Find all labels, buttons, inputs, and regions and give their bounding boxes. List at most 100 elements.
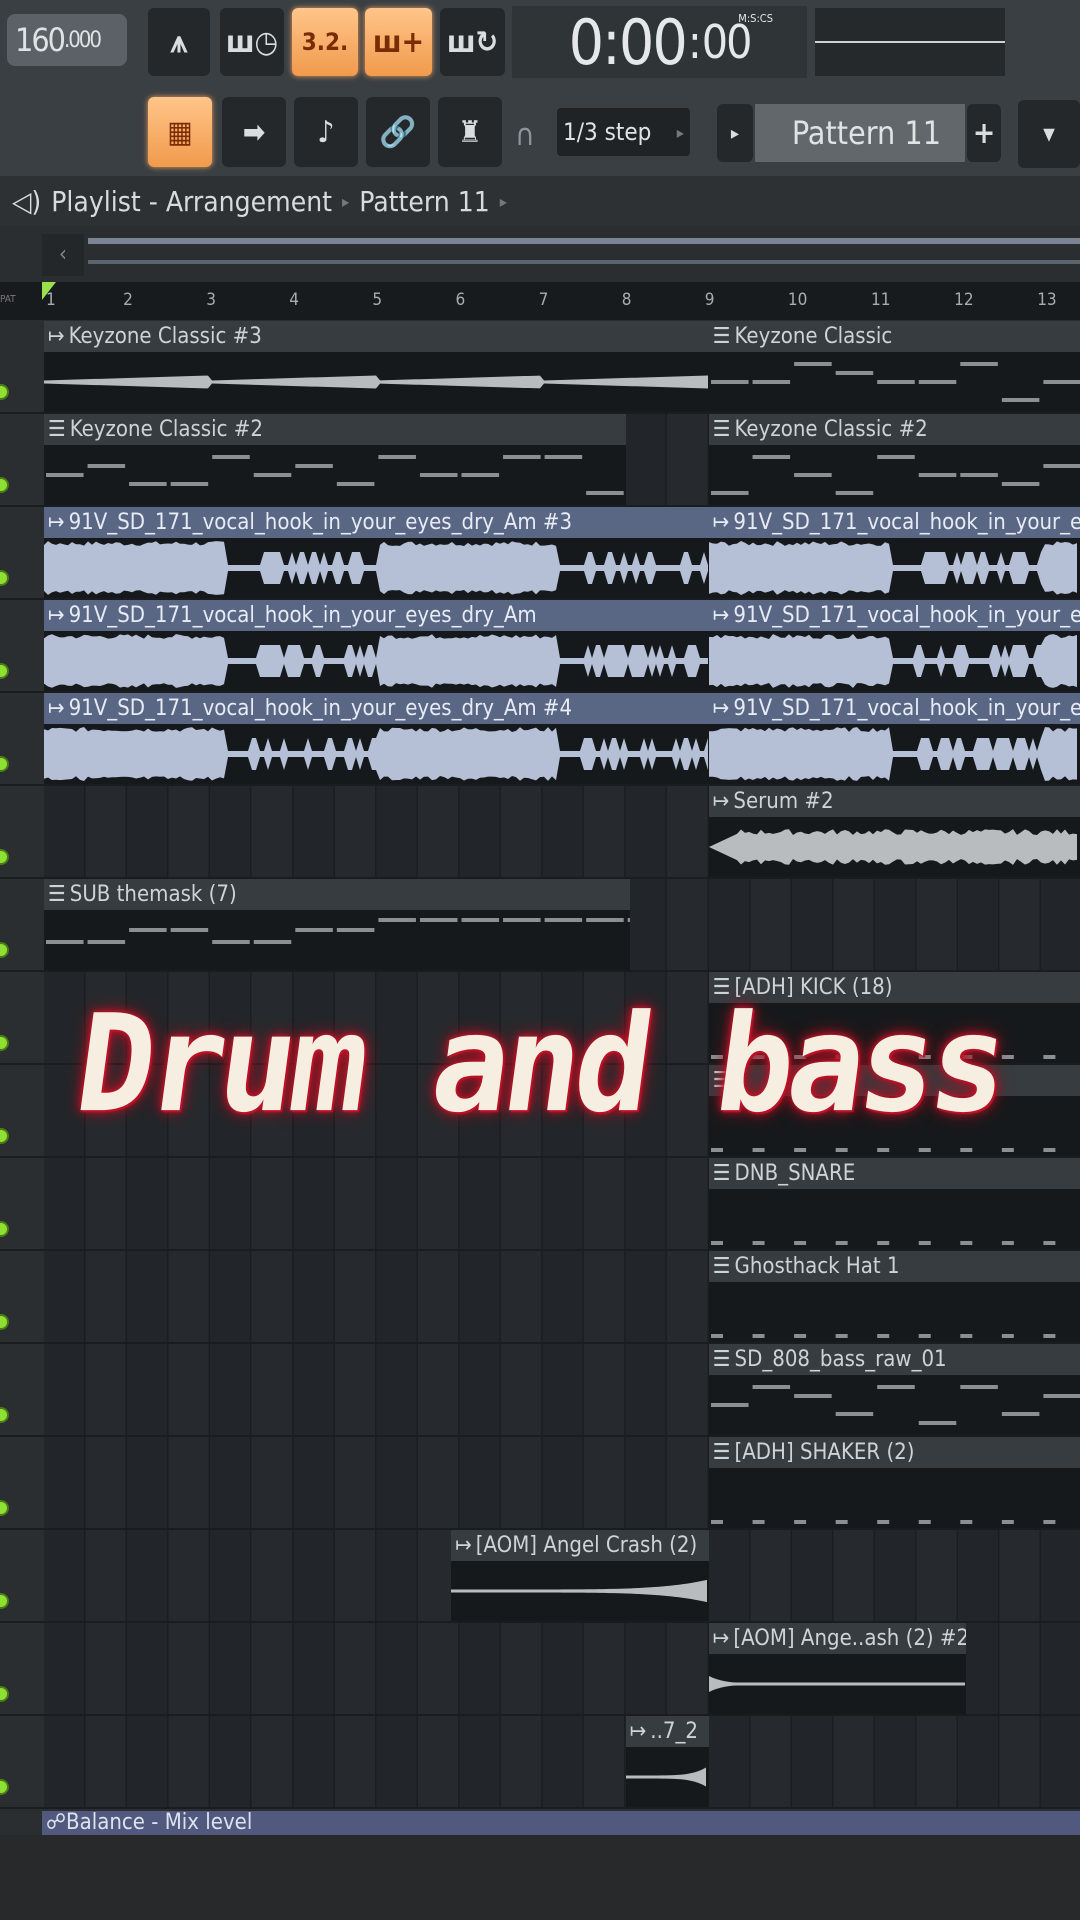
audio-clip[interactable]: ↦91V_SD_171_vocal_hook_in_your_eyes_dry_… bbox=[44, 600, 709, 691]
playlist-track[interactable]: ↦ [AOM] Ange..ash (2) #2 bbox=[0, 1623, 1080, 1716]
playlist-track[interactable]: ☰ Ghosthack Hat 1 bbox=[0, 1251, 1080, 1344]
breadcrumb: ◁) Playlist - Arrangement ▸ Pattern 11 ▸ bbox=[0, 176, 1080, 226]
audio-clip[interactable]: ↦91V_SD_171_vocal_hook_in_your_eyes_dry_… bbox=[44, 693, 709, 784]
pattern-clip[interactable]: ☰ Ghosthack Hat 1 bbox=[708, 1251, 1080, 1342]
countdown-button[interactable]: 3.2. bbox=[292, 8, 358, 76]
clip-label: SUB themask (7) bbox=[69, 882, 237, 907]
audio-clip-icon: ↦ bbox=[712, 603, 730, 628]
wait-record-button[interactable]: ш◷ bbox=[220, 8, 284, 76]
note bbox=[1001, 1520, 1014, 1524]
pattern-prev-button[interactable]: ▸ bbox=[717, 104, 753, 162]
playlist-track[interactable]: ↦ 91V_SD_171_vocal_hook_in_your_eyes_dry_… bbox=[0, 693, 1080, 786]
clip-label: Serum #2 bbox=[733, 789, 834, 814]
note bbox=[793, 473, 832, 477]
tool-button-3[interactable]: ♪ bbox=[294, 97, 358, 167]
breadcrumb-pattern[interactable]: Pattern 11 bbox=[359, 185, 489, 218]
clip-label: [AOM] Angel Crash (2) bbox=[475, 1533, 698, 1558]
playlist-track[interactable]: ☰ [ADH] SHAKER (2) bbox=[0, 1437, 1080, 1530]
track-led[interactable] bbox=[0, 1779, 9, 1795]
pattern-clip-icon: ☰ bbox=[48, 417, 66, 442]
pattern-clip[interactable]: ☰ Keyzone Classic #2 bbox=[708, 414, 1080, 505]
note bbox=[752, 380, 790, 384]
overview-scrollbar[interactable]: ‹ bbox=[0, 230, 1080, 280]
track-led[interactable] bbox=[0, 1500, 9, 1516]
clip-label: SD_808_bass_raw_01 bbox=[734, 1347, 947, 1372]
metronome-button[interactable]: ⩚ bbox=[148, 8, 210, 76]
bottom-area bbox=[0, 1835, 1080, 1920]
note bbox=[1001, 1412, 1040, 1416]
playlist-track[interactable]: ↦ Serum #2 bbox=[0, 786, 1080, 879]
chevron-right-icon: ▸ bbox=[676, 122, 684, 142]
pattern-clip[interactable]: ☰ [ADH] SHAKER (2) bbox=[708, 1437, 1080, 1528]
snap-selector[interactable]: 1/3 step ▸ bbox=[557, 108, 690, 156]
pattern-clip[interactable]: ☰ Keyzone Classic #2 bbox=[44, 414, 626, 505]
time-display[interactable]: 0:00:00 M:S:CS bbox=[512, 6, 807, 79]
playlist-track[interactable]: ↦ 91V_SD_171_vocal_hook_in_your_eyes_dry_… bbox=[0, 507, 1080, 600]
arrow-tool-button[interactable]: ➡ bbox=[222, 97, 286, 167]
playlist-track[interactable]: ↦ 91V_SD_171_vocal_hook_in_your_eyes_dry_… bbox=[0, 600, 1080, 693]
clip-label: 91V_SD_171_vocal_hook_in_your_eyes_dry_A… bbox=[733, 510, 1080, 535]
track-led[interactable] bbox=[0, 1686, 9, 1702]
note bbox=[170, 482, 209, 486]
pattern-clip[interactable]: ☰ DNB_SNARE bbox=[708, 1158, 1080, 1249]
audio-clip[interactable]: ↦ [AOM] Angel Crash (2) bbox=[451, 1530, 709, 1621]
waveform bbox=[708, 541, 1077, 595]
bar-number: 4 bbox=[289, 290, 300, 310]
audio-clip[interactable]: ↦91V_SD_171_vocal_hook_in_your_eyes_dry_… bbox=[44, 507, 709, 598]
audio-clip-icon: ↦ bbox=[48, 510, 65, 535]
audio-clip[interactable]: ↦91V_SD_171_vocal_hook_in_your_eyes_dry_… bbox=[708, 507, 1080, 598]
playlist-track[interactable]: ☰ SUB themask (7) bbox=[0, 879, 1080, 972]
playlist-track[interactable]: ↦ Keyzone Classic #3 ☰ Keyzone Classic bbox=[0, 321, 1080, 414]
playlist-track[interactable]: ☰ DNB_SNARE bbox=[0, 1158, 1080, 1251]
playlist-track[interactable]: ↦ ..7_2 bbox=[0, 1716, 1080, 1809]
step-edit-button[interactable]: ш+ bbox=[365, 8, 432, 76]
loop-record-button[interactable]: ш↻ bbox=[440, 8, 505, 76]
playlist-track[interactable]: ↦ [AOM] Angel Crash (2) bbox=[0, 1530, 1080, 1623]
tempo-field[interactable]: 160.000 bbox=[7, 14, 127, 66]
track-led[interactable] bbox=[0, 477, 9, 493]
note bbox=[1043, 1520, 1056, 1524]
pattern-clip[interactable]: ☰ SUB themask (7) bbox=[44, 879, 630, 970]
playlist-track[interactable]: ☰ SD_808_bass_raw_01 bbox=[0, 1344, 1080, 1437]
track-led[interactable] bbox=[0, 384, 9, 400]
scroll-thumb[interactable] bbox=[88, 238, 1080, 244]
track-led[interactable] bbox=[0, 1593, 9, 1609]
magnet-icon[interactable]: ∩ bbox=[515, 118, 535, 153]
waveform bbox=[708, 829, 1077, 865]
note bbox=[876, 1241, 889, 1245]
clip-label: Keyzone Classic bbox=[734, 324, 893, 349]
track-led[interactable] bbox=[0, 1314, 9, 1330]
scroll-left-button[interactable]: ‹ bbox=[42, 234, 84, 276]
track-led[interactable] bbox=[0, 663, 9, 679]
timeline-ruler[interactable]: PAT 1 2 3 4 5 6 7 8 9 10 11 12 13 bbox=[0, 282, 1080, 320]
add-pattern-button[interactable]: + bbox=[967, 104, 1001, 162]
bar-number: 5 bbox=[372, 290, 383, 310]
note bbox=[835, 1148, 848, 1152]
note bbox=[1043, 380, 1080, 384]
speaker-icon[interactable]: ◁) bbox=[12, 185, 41, 218]
audio-clip[interactable]: ↦ Keyzone Classic #3 bbox=[44, 321, 709, 412]
track-led[interactable] bbox=[0, 570, 9, 586]
playlist-track[interactable]: ☰ Keyzone Classic #2 ☰ Keyzone Classic #2 bbox=[0, 414, 1080, 507]
track-led[interactable] bbox=[0, 942, 9, 958]
note bbox=[960, 1334, 973, 1338]
audio-clip[interactable]: ↦91V_SD_171_vocal_hook_in_your_eyes_dry_… bbox=[708, 600, 1080, 691]
pattern-clip[interactable]: ☰ SD_808_bass_raw_01 bbox=[708, 1344, 1080, 1435]
knob-button[interactable]: ♜ bbox=[438, 97, 502, 167]
audio-clip[interactable]: ↦ ..7_2 bbox=[625, 1716, 709, 1807]
piano-roll-icon[interactable]: ▾ bbox=[1018, 100, 1080, 168]
track-led[interactable] bbox=[0, 1407, 9, 1423]
link-button[interactable]: 🔗 bbox=[366, 97, 430, 167]
track-led[interactable] bbox=[0, 1221, 9, 1237]
audio-clip[interactable]: ↦91V_SD_171_vocal_hook_in_your_eyes_dry_… bbox=[708, 693, 1080, 784]
track-led[interactable] bbox=[0, 849, 9, 865]
audio-clip[interactable]: ↦ [AOM] Ange..ash (2) #2 bbox=[708, 1623, 967, 1714]
pattern-selector[interactable]: Pattern 11 bbox=[755, 104, 965, 162]
playlist-button[interactable]: ▦ bbox=[148, 97, 212, 167]
track-lane[interactable] bbox=[44, 1716, 1080, 1807]
audio-clip[interactable]: ↦ Serum #2 bbox=[708, 786, 1080, 877]
pattern-clip[interactable]: ☰ Keyzone Classic bbox=[708, 321, 1080, 412]
automation-clip[interactable]: ☍Balance - Mix level bbox=[42, 1811, 1080, 1835]
note bbox=[544, 455, 583, 459]
track-led[interactable] bbox=[0, 756, 9, 772]
